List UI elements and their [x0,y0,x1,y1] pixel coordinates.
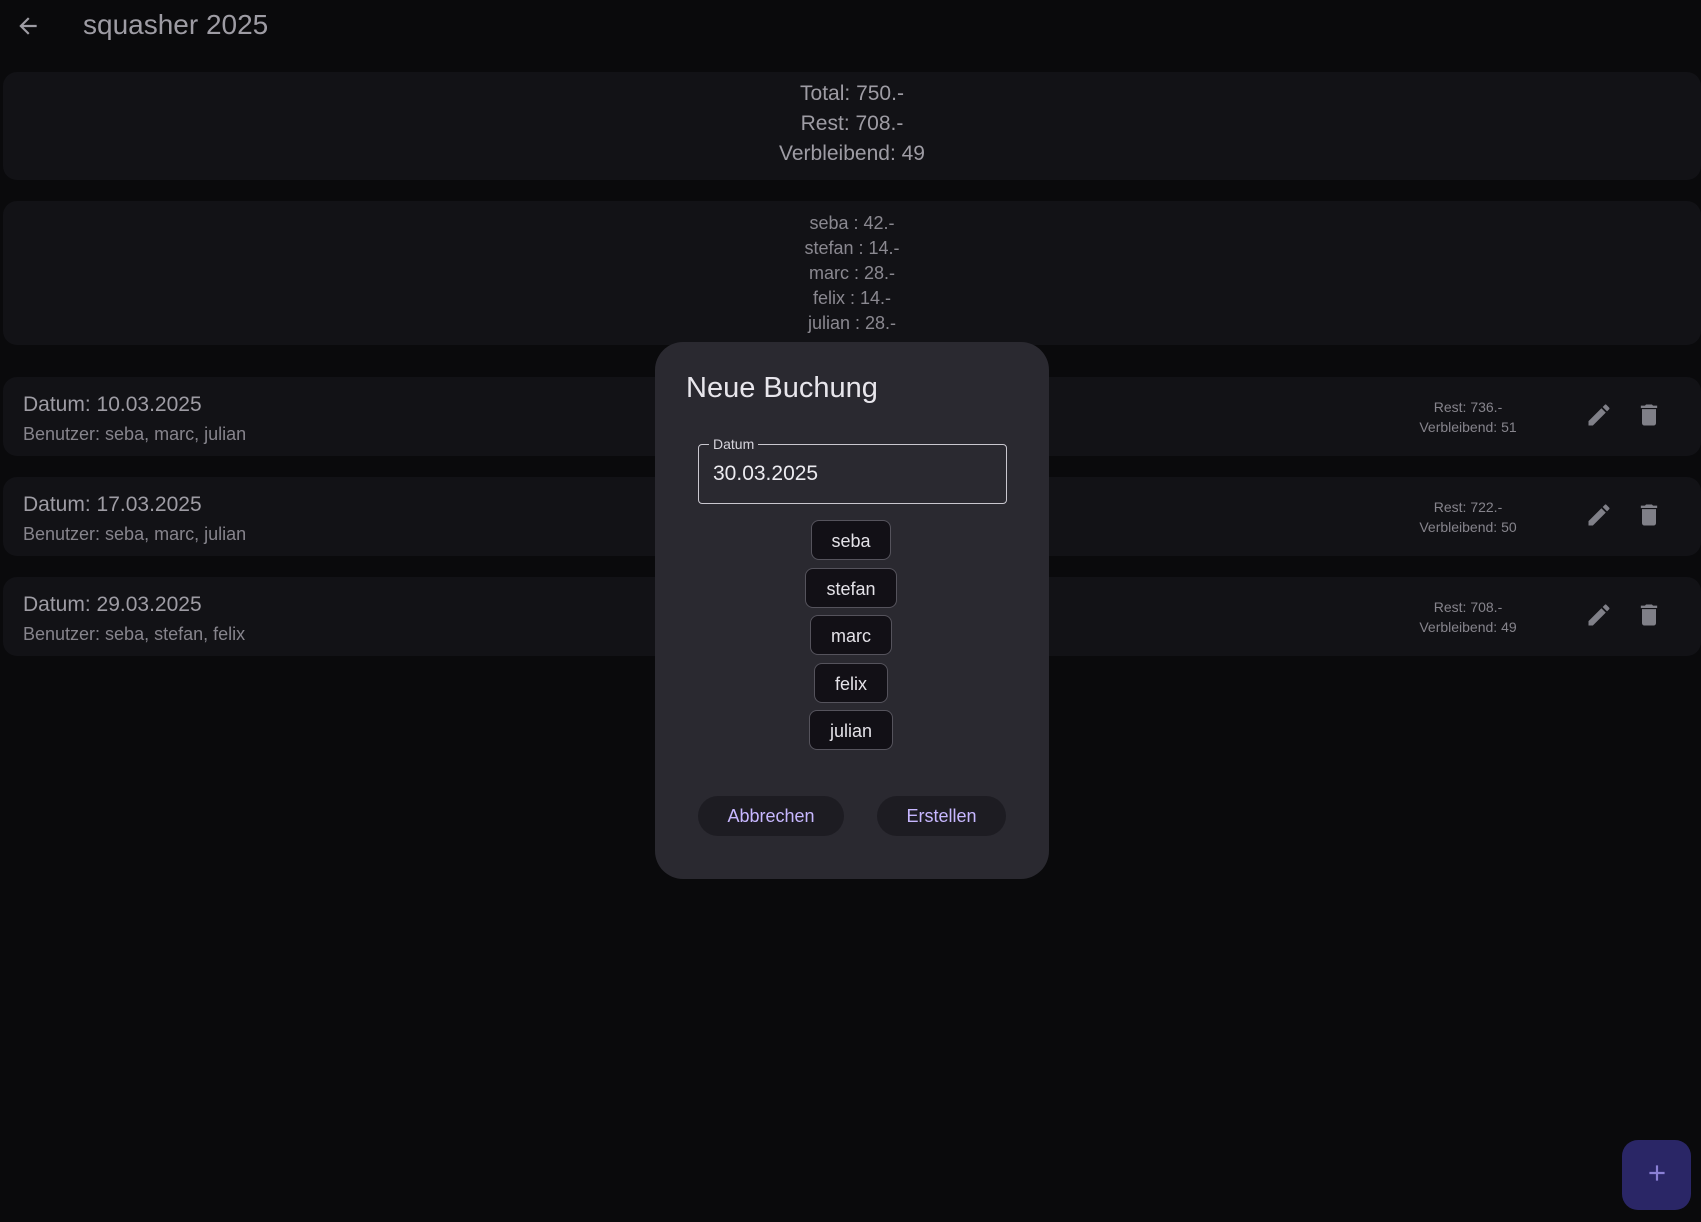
summary-total: Total: 750.- [800,82,904,105]
summary-rest: Rest: 708.- [800,112,904,135]
edit-booking-button[interactable] [1579,397,1619,437]
user-total-item: stefan : 14.- [804,238,900,258]
user-chip-marc[interactable]: marc [810,615,892,655]
booking-verbleibend: Verbleibend: 49 [1419,619,1517,635]
booking-date: Datum: 29.03.2025 [23,593,202,616]
date-input[interactable] [713,460,983,488]
date-field-label: Datum [709,435,759,453]
delete-booking-button[interactable] [1629,597,1669,637]
user-total-item: seba : 42.- [809,213,895,233]
booking-users: Benutzer: seba, marc, julian [23,524,247,544]
user-chip-felix[interactable]: felix [814,663,888,703]
cancel-button[interactable]: Abbrechen [698,796,844,836]
delete-booking-button[interactable] [1629,397,1669,437]
dialog-title: Neue Buchung [686,372,878,404]
trash-icon [1635,601,1663,634]
pencil-icon [1585,601,1613,634]
back-button[interactable] [8,8,48,48]
booking-rest-info: Rest: 722.- Verbleibend: 50 [1363,497,1573,537]
arrow-back-icon [15,13,41,44]
user-total-item: marc : 28.- [808,263,896,283]
summary-card: Total: 750.- Rest: 708.- Verbleibend: 49 [3,72,1701,180]
booking-users: Benutzer: seba, marc, julian [23,424,247,444]
pencil-icon [1585,401,1613,434]
booking-rest: Rest: 722.- [1433,499,1503,515]
user-totals-card: seba : 42.- stefan : 14.- marc : 28.- fe… [3,201,1701,345]
edit-booking-button[interactable] [1579,497,1619,537]
trash-icon [1635,401,1663,434]
booking-verbleibend: Verbleibend: 51 [1419,419,1517,435]
booking-date: Datum: 10.03.2025 [23,393,202,416]
user-total-item: felix : 14.- [812,288,892,308]
user-chip-stefan[interactable]: stefan [805,568,897,608]
user-chip-seba[interactable]: seba [811,520,891,560]
new-booking-dialog: Neue Buchung Datum seba stefan marc feli… [655,342,1049,879]
trash-icon [1635,501,1663,534]
booking-rest-info: Rest: 736.- Verbleibend: 51 [1363,397,1573,437]
booking-rest-info: Rest: 708.- Verbleibend: 49 [1363,597,1573,637]
page-title: squasher 2025 [83,9,269,40]
delete-booking-button[interactable] [1629,497,1669,537]
pencil-icon [1585,501,1613,534]
edit-booking-button[interactable] [1579,597,1619,637]
booking-date: Datum: 17.03.2025 [23,493,202,516]
booking-rest: Rest: 736.- [1433,399,1503,415]
date-field[interactable]: Datum [698,435,1007,504]
create-button[interactable]: Erstellen [877,796,1006,836]
plus-icon [1644,1160,1670,1191]
user-chip-julian[interactable]: julian [809,710,893,750]
booking-verbleibend: Verbleibend: 50 [1419,519,1517,535]
booking-rest: Rest: 708.- [1433,599,1503,615]
summary-verbleibend: Verbleibend: 49 [779,142,925,165]
app-bar: squasher 2025 [0,0,1701,56]
user-total-item: julian : 28.- [807,313,897,333]
add-booking-button[interactable] [1622,1140,1691,1210]
booking-users: Benutzer: seba, stefan, felix [23,624,246,644]
